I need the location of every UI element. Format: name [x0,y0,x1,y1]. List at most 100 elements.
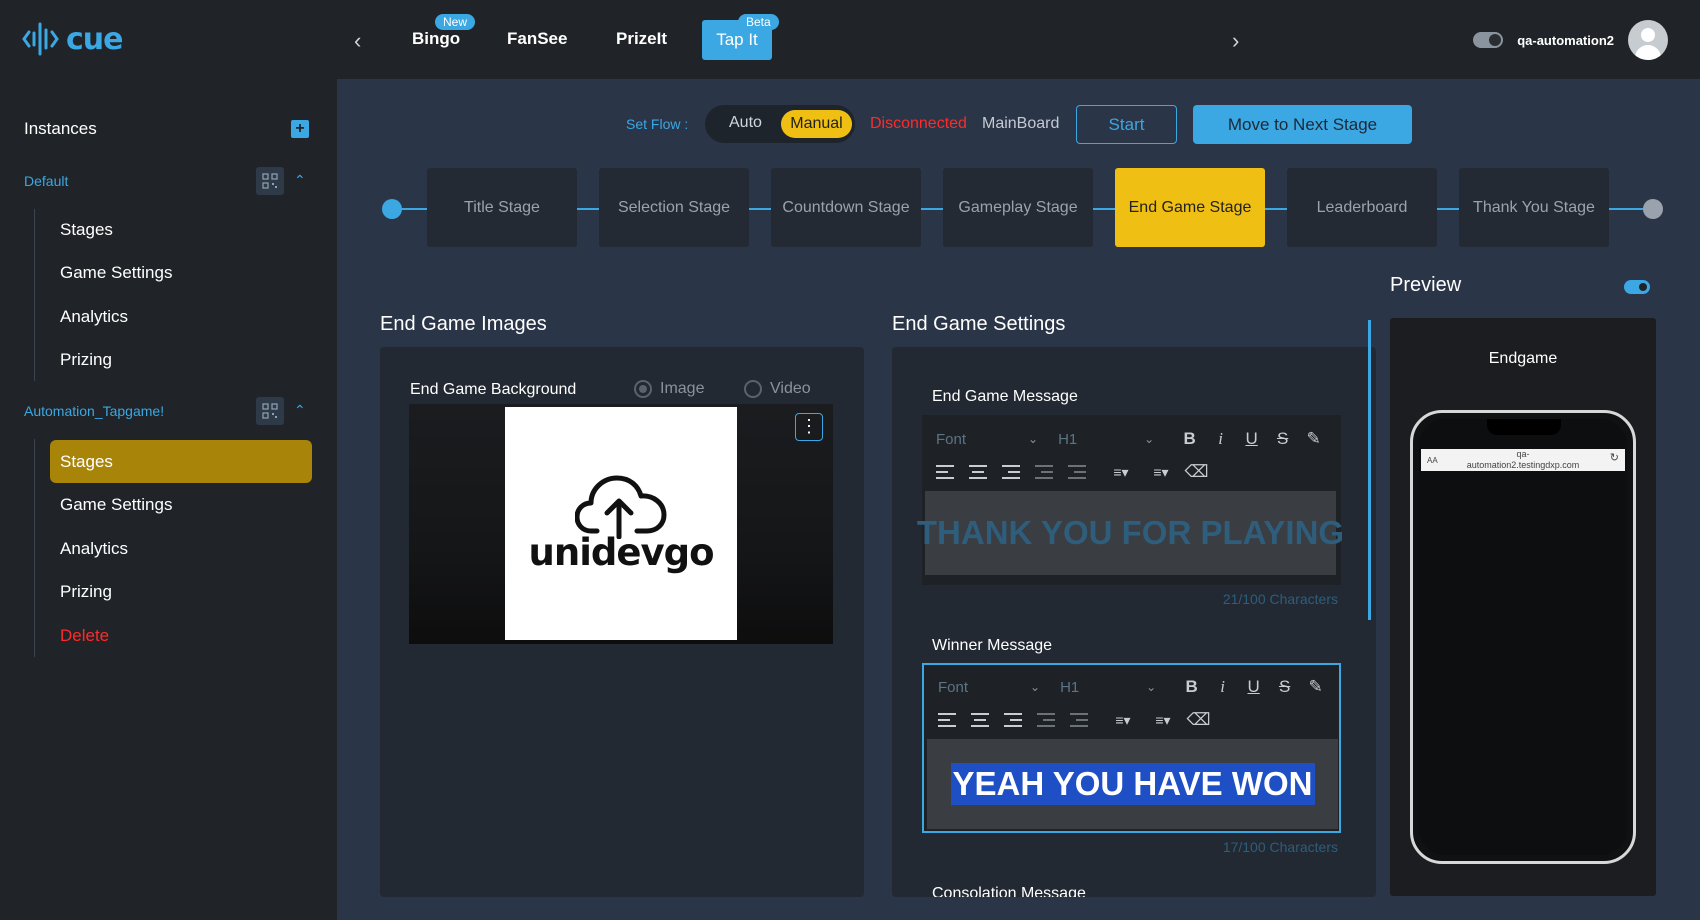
flow-mode-switch[interactable]: Auto Manual [705,105,855,143]
align-right-icon[interactable] [1004,713,1037,727]
sidebar-item-delete[interactable]: Delete [50,614,312,657]
ordered-list-icon[interactable]: ≡▾ [1103,712,1143,729]
stage-thank-you[interactable]: Thank You Stage [1459,168,1609,247]
qr-code-icon[interactable] [256,397,284,425]
align-left-icon[interactable] [936,465,969,479]
italic-icon[interactable]: i [1205,429,1236,449]
background-image-preview[interactable]: unidevgo ⋮ [409,404,833,644]
bold-icon[interactable]: B [1176,677,1207,697]
editor-toolbar-row: ≡▾ ≡▾ ⌫ [936,462,1212,482]
preview-toggle[interactable] [1624,280,1650,294]
eraser-icon[interactable]: ⌫ [1181,462,1212,482]
chevron-down-icon[interactable]: ⌄ [1030,680,1040,694]
sidebar-item-analytics[interactable]: Analytics [50,295,312,338]
uploaded-image: unidevgo [505,407,737,640]
align-left-icon[interactable] [938,713,971,727]
winner-message-label: Winner Message [932,637,1053,654]
collapse-chevron-icon[interactable]: ⌃ [294,172,306,189]
tab-prizeit[interactable]: PrizeIt [616,29,667,49]
stage-gameplay[interactable]: Gameplay Stage [943,168,1093,247]
bullet-list-icon[interactable]: ≡▾ [1141,464,1181,481]
avatar[interactable] [1628,20,1668,60]
heading-select[interactable]: H1 [1060,679,1146,696]
tab-label: PrizeIt [616,29,668,48]
font-select[interactable]: Font [936,431,1028,448]
background-label: End Game Background [410,381,577,398]
font-select[interactable]: Font [938,679,1030,696]
align-right-icon[interactable] [1002,465,1035,479]
chevron-down-icon[interactable]: ⌄ [1028,432,1038,446]
collapse-chevron-icon[interactable]: ⌃ [294,402,306,419]
stage-end-game[interactable]: End Game Stage [1115,168,1265,247]
outdent-icon[interactable] [1035,465,1068,479]
more-options-icon[interactable]: ⋮ [795,413,823,441]
phone-mockup: AA qa- automation2.testingdxp.com ↻ [1410,410,1636,864]
highlight-icon[interactable]: ✎ [1300,677,1331,697]
end-game-images-title: End Game Images [380,313,547,335]
reload-icon: ↻ [1609,452,1619,464]
sidebar-item-game-settings[interactable]: Game Settings [50,483,312,526]
outdent-icon[interactable] [1037,713,1070,727]
align-center-icon[interactable] [969,465,1002,479]
winner-message-counter: 17/100 Characters [1222,839,1338,855]
chevron-down-icon[interactable]: ⌄ [1146,680,1156,694]
add-instance-button[interactable]: + [291,120,309,138]
editor-toolbar-row: Font ⌄ H1 ⌄ B i U S ✎ [936,429,1329,449]
stage-title[interactable]: Title Stage [427,168,577,247]
instance-label-default[interactable]: Default [24,173,68,189]
radio-image[interactable]: Image [634,380,704,398]
url-line-1: qa- [1516,449,1530,459]
underline-icon[interactable]: U [1236,429,1267,449]
username: qa-automation2 [1517,32,1614,48]
indent-icon[interactable] [1068,465,1101,479]
end-message-editor[interactable]: Font ⌄ H1 ⌄ B i U S ✎ ≡▾ ≡▾ ⌫ THANK YOU … [917,415,1344,585]
sidebar-item-prizing[interactable]: Prizing [50,338,312,381]
tab-bingo[interactable]: Bingo [412,29,460,49]
settings-scrollbar[interactable] [1368,320,1371,620]
end-game-settings-panel: End Game Message Font ⌄ H1 ⌄ B i U S ✎ ≡… [892,347,1376,897]
move-next-stage-button[interactable]: Move to Next Stage [1193,105,1412,144]
phone-notch [1487,419,1561,435]
ordered-list-icon[interactable]: ≡▾ [1101,464,1141,481]
underline-icon[interactable]: U [1238,677,1269,697]
tab-fansee[interactable]: FanSee [507,29,567,49]
nav-next-icon[interactable]: › [1232,28,1239,54]
strikethrough-icon[interactable]: S [1267,429,1298,449]
end-message-content[interactable]: THANK YOU FOR PLAYING [917,491,1344,575]
logo-wordmark: unidevgo [528,531,715,574]
highlight-icon[interactable]: ✎ [1298,429,1329,449]
stage-countdown[interactable]: Countdown Stage [771,168,921,247]
logo-text: cue [66,21,123,57]
radio-dot [744,380,762,398]
qr-code-icon[interactable] [256,167,284,195]
sidebar-item-analytics[interactable]: Analytics [50,527,312,570]
indent-icon[interactable] [1070,713,1103,727]
sidebar: Instances + Default ⌃ Stages Game Settin… [0,79,337,920]
flow-manual-option[interactable]: Manual [781,110,852,138]
winner-message-content[interactable]: YEAH YOU HAVE WON [927,739,1338,829]
flow-auto-option[interactable]: Auto [729,114,762,132]
radio-video[interactable]: Video [744,380,811,398]
end-message-label: End Game Message [932,388,1078,405]
top-bar: cue ‹ Bingo New FanSee PrizeIt Tap It Be… [0,0,1700,79]
sidebar-item-stages[interactable]: Stages [50,208,312,251]
sidebar-item-game-settings[interactable]: Game Settings [50,251,312,294]
bullet-list-icon[interactable]: ≡▾ [1143,712,1183,729]
align-center-icon[interactable] [971,713,1004,727]
instance-label-automation[interactable]: Automation_Tapgame! [24,403,164,419]
heading-select[interactable]: H1 [1058,431,1144,448]
sidebar-item-stages-active[interactable]: Stages [50,440,312,483]
stage-selection[interactable]: Selection Stage [599,168,749,247]
chevron-down-icon[interactable]: ⌄ [1144,432,1154,446]
strikethrough-icon[interactable]: S [1269,677,1300,697]
theme-toggle[interactable] [1473,32,1504,48]
start-button[interactable]: Start [1076,105,1177,144]
winner-message-editor[interactable]: Font ⌄ H1 ⌄ B i U S ✎ ≡▾ ≡▾ ⌫ YEAH YOU H… [922,663,1341,833]
bold-icon[interactable]: B [1174,429,1205,449]
app-logo[interactable]: cue [22,20,123,58]
eraser-icon[interactable]: ⌫ [1183,710,1214,730]
nav-prev-icon[interactable]: ‹ [354,28,361,54]
sidebar-item-prizing[interactable]: Prizing [50,570,312,613]
stage-leaderboard[interactable]: Leaderboard [1287,168,1437,247]
italic-icon[interactable]: i [1207,677,1238,697]
